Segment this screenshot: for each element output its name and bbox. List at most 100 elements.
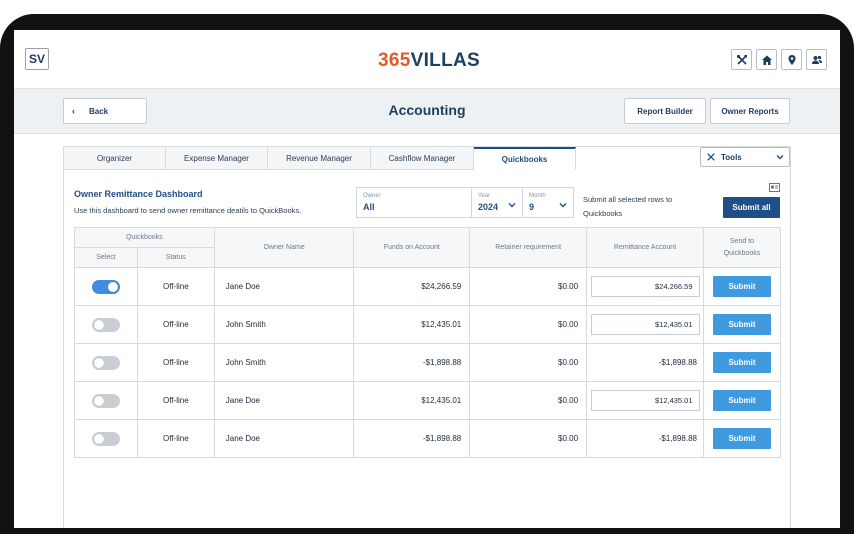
status-cell: Off-line xyxy=(136,305,215,344)
remittance-cell: $12,435.01 xyxy=(586,305,705,344)
location-pin-icon[interactable] xyxy=(781,49,802,70)
remittance-input[interactable]: $24,266.59 xyxy=(590,276,700,297)
tab-expense-manager[interactable]: Expense Manager xyxy=(166,147,268,170)
owner-select-value: All xyxy=(363,202,375,212)
select-toggle[interactable] xyxy=(91,355,120,370)
tab-cashflow-manager[interactable]: Cashflow Manager xyxy=(371,147,474,170)
month-select[interactable]: Month 9 xyxy=(522,187,574,218)
tools-dropdown[interactable]: Tools xyxy=(700,147,790,167)
select-toggle[interactable] xyxy=(91,393,120,408)
status-cell: Off-line xyxy=(136,343,215,382)
submit-button[interactable]: Submit xyxy=(713,276,771,297)
remittance-input[interactable]: $12,435.01 xyxy=(590,390,700,411)
dashboard-title: Owner Remittance Dashboard xyxy=(74,189,203,199)
funds-cell: -$1,898.88 xyxy=(353,343,471,382)
select-cell xyxy=(74,305,138,344)
owner-name-cell: Jane Doe xyxy=(213,419,355,458)
retainer-cell: $0.00 xyxy=(469,381,588,420)
select-toggle[interactable] xyxy=(91,431,120,446)
submit-button[interactable]: Submit xyxy=(713,352,771,373)
select-cell xyxy=(74,419,138,458)
retainer-cell: $0.00 xyxy=(469,343,588,382)
top-bar: SV 365 VILLAS xyxy=(14,30,840,88)
submit-button[interactable]: Submit xyxy=(713,390,771,411)
select-cell xyxy=(74,343,138,382)
owner-name-cell: Jane Doe xyxy=(213,267,355,306)
remittance-table: Quickbooks Owner Name Funds on Account R… xyxy=(74,227,781,458)
logo-number: 365 xyxy=(378,50,411,71)
funds-cell: $12,435.01 xyxy=(353,305,471,344)
owner-name-cell: John Smith xyxy=(213,343,355,382)
funds-cell: -$1,898.88 xyxy=(353,419,471,458)
select-toggle[interactable] xyxy=(91,317,120,332)
tab-revenue-manager[interactable]: Revenue Manager xyxy=(268,147,371,170)
dashboard-description: Use this dashboard to send owner remitta… xyxy=(74,206,302,215)
status-cell: Off-line xyxy=(136,381,215,420)
tab-organizer[interactable]: Organizer xyxy=(64,147,166,170)
owner-name-cell: Jane Doe xyxy=(213,381,355,420)
owner-name-cell: John Smith xyxy=(213,305,355,344)
report-builder-button[interactable]: Report Builder xyxy=(624,98,706,124)
select-cell xyxy=(74,381,138,420)
select-header: Select xyxy=(74,247,138,268)
retainer-cell: $0.00 xyxy=(469,419,588,458)
table-row: Off-line John Smith $12,435.01 $0.00 $12… xyxy=(74,305,781,344)
top-icon-group xyxy=(731,49,827,70)
select-toggle[interactable] xyxy=(91,279,120,294)
owner-reports-button[interactable]: Owner Reports xyxy=(710,98,790,124)
retainer-header: Retainer requirement xyxy=(469,227,588,268)
year-select[interactable]: Year 2024 xyxy=(471,187,523,218)
select-cell xyxy=(74,267,138,306)
page-header: ‹ Back Accounting Report Builder Owner R… xyxy=(14,88,840,134)
quickbooks-panel: Organizer Expense Manager Revenue Manage… xyxy=(63,146,791,528)
table-row: Off-line Jane Doe -$1,898.88 $0.00 -$1,8… xyxy=(74,419,781,458)
funds-cell: $24,266.59 xyxy=(353,267,471,306)
month-select-label: Month xyxy=(529,193,546,199)
status-cell: Off-line xyxy=(136,267,215,306)
tab-bar: Organizer Expense Manager Revenue Manage… xyxy=(64,147,576,170)
submit-button[interactable]: Submit xyxy=(713,428,771,449)
home-icon[interactable] xyxy=(756,49,777,70)
logo[interactable]: 365 VILLAS xyxy=(378,50,480,72)
send-cell: Submit xyxy=(703,267,781,306)
retainer-cell: $0.00 xyxy=(469,267,588,306)
funds-header: Funds on Account xyxy=(353,227,471,268)
submit-all-note: Submit all selected rows to Quickbooks xyxy=(583,195,673,218)
send-cell: Submit xyxy=(703,343,781,382)
send-to-quickbooks-header: Send to Quickbooks xyxy=(703,227,781,268)
remittance-negative-value: -$1,898.88 xyxy=(586,419,705,458)
tab-quickbooks[interactable]: Quickbooks xyxy=(474,147,576,170)
tools-label: Tools xyxy=(721,152,742,162)
logo-word: VILLAS xyxy=(410,50,480,71)
year-select-label: Year xyxy=(478,193,491,199)
status-cell: Off-line xyxy=(136,419,215,458)
owner-select-label: Owner xyxy=(363,193,381,199)
tools-icon[interactable] xyxy=(731,49,752,70)
table-row: Off-line Jane Doe $12,435.01 $0.00 $12,4… xyxy=(74,381,781,420)
table-row: Off-line John Smith -$1,898.88 $0.00 -$1… xyxy=(74,343,781,382)
app-screen: SV 365 VILLAS ‹ Back Accounting Report B… xyxy=(14,30,840,528)
owner-select[interactable]: Owner All xyxy=(356,187,472,218)
chevron-down-icon xyxy=(508,203,516,208)
remittance-header: Remittance Account xyxy=(586,227,705,268)
remittance-cell: $24,266.59 xyxy=(586,267,705,306)
tools-icon xyxy=(707,153,715,161)
quickbooks-group-header: Quickbooks xyxy=(74,227,215,248)
send-cell: Submit xyxy=(703,381,781,420)
user-badge[interactable]: SV xyxy=(25,48,49,70)
chevron-down-icon xyxy=(776,155,784,160)
id-card-icon[interactable] xyxy=(769,179,780,197)
chevron-down-icon xyxy=(559,203,567,208)
retainer-cell: $0.00 xyxy=(469,305,588,344)
submit-button[interactable]: Submit xyxy=(713,314,771,335)
send-cell: Submit xyxy=(703,305,781,344)
table-row: Off-line Jane Doe $24,266.59 $0.00 $24,2… xyxy=(74,267,781,306)
users-icon[interactable] xyxy=(806,49,827,70)
funds-cell: $12,435.01 xyxy=(353,381,471,420)
device-frame: SV 365 VILLAS ‹ Back Accounting Report B… xyxy=(0,0,854,534)
remittance-input[interactable]: $12,435.01 xyxy=(590,314,700,335)
remittance-cell: $12,435.01 xyxy=(586,381,705,420)
status-header: Status xyxy=(136,247,215,268)
send-cell: Submit xyxy=(703,419,781,458)
submit-all-button[interactable]: Submit all xyxy=(723,197,780,218)
